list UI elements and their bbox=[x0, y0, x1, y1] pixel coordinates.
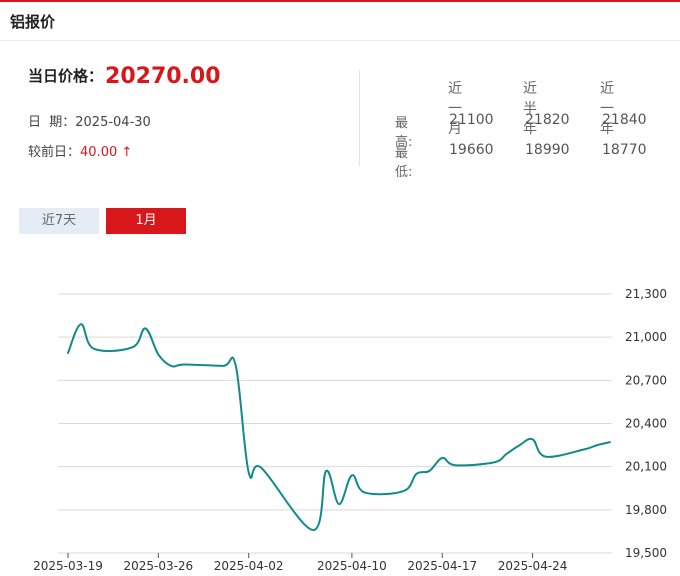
data-point[interactable] bbox=[594, 442, 600, 448]
price-line-chart: 19,500 19,800 20,100 20,400 20,700 21,000 21,3… bbox=[33, 287, 667, 573]
data-point[interactable] bbox=[310, 527, 316, 533]
y-tick-label: 20,100 bbox=[625, 460, 667, 474]
data-point[interactable] bbox=[517, 442, 523, 448]
current-price: 20270.00 bbox=[105, 64, 221, 89]
y-tick-label: 21,000 bbox=[625, 330, 667, 344]
data-point[interactable] bbox=[233, 363, 239, 369]
current-price-row: 当日价格：20270.00 bbox=[28, 64, 221, 89]
stats-col-1m: 近一月 bbox=[448, 81, 462, 137]
x-tick-label: 2025-04-02 bbox=[214, 559, 284, 573]
header: 铝报价 bbox=[0, 2, 680, 41]
data-point[interactable] bbox=[349, 472, 355, 478]
y-tick-label: 20,400 bbox=[625, 417, 667, 431]
date-row: 日 期：2025-04-30 bbox=[28, 111, 151, 130]
stats-low-6m: 18990 bbox=[525, 142, 570, 158]
data-point[interactable] bbox=[530, 436, 536, 442]
price-series-line bbox=[67, 323, 611, 532]
data-point[interactable] bbox=[607, 439, 613, 445]
stats-low-label: 最低: bbox=[395, 146, 413, 180]
page-title: 铝报价 bbox=[10, 13, 56, 31]
data-point[interactable] bbox=[426, 468, 432, 474]
series-layer bbox=[65, 321, 613, 533]
tab-1-month[interactable]: 1月 bbox=[106, 208, 186, 234]
stats-low-1m: 19660 bbox=[449, 142, 494, 158]
data-point[interactable] bbox=[401, 488, 407, 494]
y-tick-label: 21,300 bbox=[625, 287, 667, 301]
x-tick-label: 2025-04-17 bbox=[407, 559, 477, 573]
data-point[interactable] bbox=[504, 451, 510, 457]
x-tick-label: 2025-03-26 bbox=[123, 559, 193, 573]
price-label: 当日价格： bbox=[28, 67, 104, 85]
x-tick-label: 2025-03-19 bbox=[33, 559, 103, 573]
stats-col-1y: 近一年 bbox=[600, 81, 614, 137]
y-axis-ticks: 19,500 19,800 20,100 20,400 20,700 21,000 21,3… bbox=[625, 287, 667, 560]
change-value: 40.00 ↑ bbox=[80, 145, 133, 160]
x-axis-ticks: 2025-03-19 2025-03-26 2025-04-02 2025-04-10… bbox=[33, 553, 567, 573]
change-row: 较前日：40.00 ↑ bbox=[28, 141, 132, 160]
stats-high-6m: 21820 bbox=[525, 112, 570, 128]
data-point[interactable] bbox=[452, 462, 458, 468]
data-point[interactable] bbox=[78, 321, 84, 327]
data-point[interactable] bbox=[362, 490, 368, 496]
data-point[interactable] bbox=[413, 471, 419, 477]
data-point[interactable] bbox=[91, 346, 97, 352]
data-point[interactable] bbox=[323, 468, 329, 474]
data-point[interactable] bbox=[142, 326, 148, 332]
tab-7-days[interactable]: 近7天 bbox=[19, 208, 99, 234]
data-point[interactable] bbox=[65, 350, 71, 356]
x-tick-label: 2025-04-24 bbox=[498, 559, 568, 573]
data-point[interactable] bbox=[168, 363, 174, 369]
date-label: 日 期： bbox=[28, 115, 76, 130]
data-point[interactable] bbox=[336, 501, 342, 507]
data-point[interactable] bbox=[130, 344, 136, 350]
data-point[interactable] bbox=[581, 446, 587, 452]
change-label: 较前日： bbox=[28, 145, 81, 160]
data-point[interactable] bbox=[155, 351, 161, 357]
x-tick-label: 2025-04-10 bbox=[317, 559, 387, 573]
stats-high-1m: 21100 bbox=[449, 112, 494, 128]
data-point[interactable] bbox=[259, 465, 265, 471]
data-point[interactable] bbox=[491, 459, 497, 465]
stats-col-6m: 近半年 bbox=[523, 81, 537, 137]
data-point[interactable] bbox=[181, 362, 187, 368]
data-point[interactable] bbox=[542, 454, 548, 460]
stats-high-1y: 21840 bbox=[602, 112, 647, 128]
stats-low-1y: 18770 bbox=[602, 142, 647, 158]
data-point[interactable] bbox=[220, 363, 226, 369]
y-tick-label: 19,800 bbox=[625, 503, 667, 517]
data-point[interactable] bbox=[246, 469, 252, 475]
date-value: 2025-04-30 bbox=[75, 115, 151, 130]
vertical-divider bbox=[359, 70, 360, 166]
data-point[interactable] bbox=[439, 455, 445, 461]
y-tick-label: 20,700 bbox=[625, 373, 667, 387]
y-tick-label: 19,500 bbox=[625, 546, 667, 560]
